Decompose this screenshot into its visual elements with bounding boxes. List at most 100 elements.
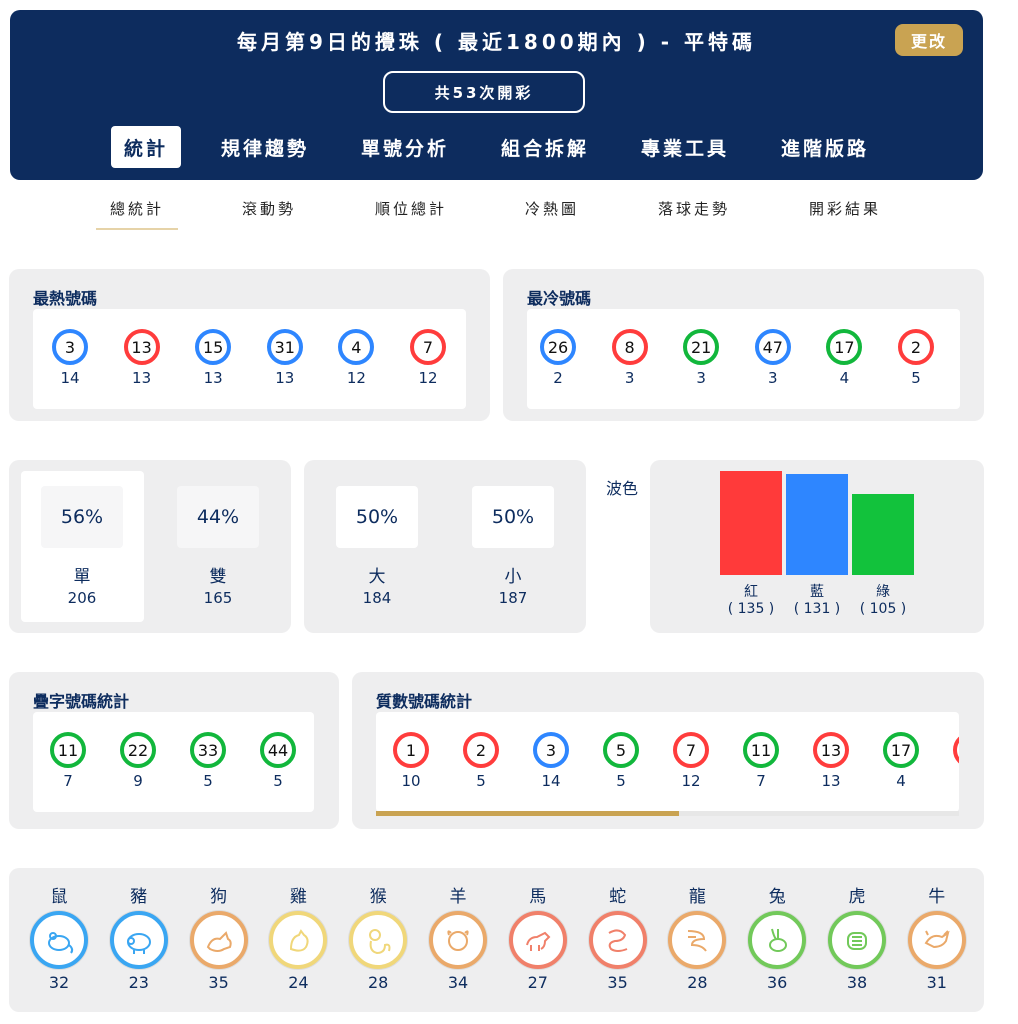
number-ball-item[interactable]: 31 13 (260, 329, 310, 387)
zodiac-item[interactable]: 龍 28 (665, 882, 729, 992)
wave-color-chart: 紅( 135 ) 藍( 131 ) 綠( 105 ) (650, 460, 984, 633)
number-ball-item[interactable]: 33 5 (183, 732, 233, 790)
subtab-rolling[interactable]: 滾動勢 (219, 198, 319, 219)
cold-numbers-panel: 最冷號碼 26 2 8 3 21 3 47 3 17 4 2 5 (503, 269, 984, 421)
rabbit-icon (748, 911, 807, 969)
number-ball-item[interactable]: 17 4 (876, 732, 926, 790)
tab-statistics[interactable]: 統計 (111, 126, 181, 168)
goat-icon (429, 911, 487, 969)
zodiac-item[interactable]: 牛 31 (905, 882, 969, 992)
zodiac-item[interactable]: 兔 36 (745, 882, 809, 992)
zodiac-item[interactable]: 馬 27 (506, 882, 570, 992)
number-ball-count: 13 (275, 369, 295, 387)
number-ball-item[interactable]: 22 9 (113, 732, 163, 790)
subtab-ball-trend[interactable]: 落球走勢 (644, 198, 744, 219)
zodiac-item[interactable]: 猴 28 (346, 882, 410, 992)
zodiac-name: 猴 (369, 887, 387, 907)
rooster-icon (269, 911, 328, 969)
hot-numbers-panel: 最熱號碼 3 14 13 13 15 13 31 13 4 12 7 12 (9, 269, 490, 421)
zodiac-item[interactable]: 虎 38 (825, 882, 889, 992)
small-stat[interactable]: 50% 小 187 (472, 486, 554, 607)
number-ball: 11 (743, 732, 779, 768)
zodiac-item[interactable]: 狗 35 (187, 882, 251, 992)
number-ball-item[interactable]: 11 7 (736, 732, 786, 790)
zodiac-count: 34 (447, 973, 469, 992)
subtab-overall[interactable]: 總統計 (87, 198, 187, 219)
tab-combination[interactable]: 組合拆解 (490, 126, 600, 168)
tiger-icon (828, 911, 886, 969)
number-ball-item[interactable]: 13 13 (117, 329, 167, 387)
big-stat[interactable]: 50% 大 184 (336, 486, 418, 607)
number-ball-item[interactable]: 13 13 (806, 732, 856, 790)
number-ball-item[interactable]: 26 2 (533, 329, 583, 387)
prime-scrollbar[interactable] (376, 811, 959, 816)
number-ball-item[interactable]: 17 4 (819, 329, 869, 387)
number-ball-item[interactable]: 83 (605, 329, 655, 387)
dragon-icon (668, 911, 727, 969)
odd-percent: 56% (41, 486, 123, 548)
zodiac-item[interactable]: 豬 23 (107, 882, 171, 992)
number-ball-item[interactable]: 44 5 (253, 732, 303, 790)
prime-numbers-list[interactable]: 1 10 2 5 3 14 5 5 7 12 11 7 13 13 17 4 (376, 712, 959, 812)
number-ball: 7 (673, 732, 709, 768)
number-ball-item[interactable]: 25 (891, 329, 941, 387)
subtab-position[interactable]: 順位總計 (361, 198, 461, 219)
zodiac-name: 虎 (848, 887, 866, 907)
zodiac-name: 龍 (688, 887, 706, 907)
number-ball-item[interactable]: 7 12 (666, 732, 716, 790)
subtab-results[interactable]: 開彩結果 (795, 198, 895, 219)
number-ball-item[interactable]: 3 14 (45, 329, 95, 387)
wave-bar (786, 474, 848, 575)
zodiac-item[interactable]: 蛇 35 (586, 882, 650, 992)
zodiac-name: 蛇 (609, 887, 627, 907)
small-count: 187 (498, 589, 528, 607)
ox-icon (907, 911, 966, 969)
hot-numbers-title: 最熱號碼 (33, 289, 98, 308)
even-label: 雙 (209, 567, 227, 587)
zodiac-count: 35 (208, 973, 229, 992)
number-ball-item[interactable]: 15 13 (188, 329, 238, 387)
subtab-heatmap[interactable]: 冷熱圖 (502, 198, 602, 219)
odd-stat[interactable]: 56% 單 206 (41, 486, 123, 607)
wave-bar-name: 綠 (876, 584, 890, 600)
number-ball-count: 10 (401, 772, 421, 790)
number-ball-count: 3 (696, 369, 706, 387)
sub-tabs: 總統計 滾動勢 順位總計 冷熱圖 落球走勢 開彩結果 (0, 198, 1018, 234)
number-ball-item[interactable]: 25 (456, 732, 506, 790)
odd-label: 單 (73, 567, 91, 587)
zodiac-count: 38 (846, 973, 868, 992)
zodiac-name: 雞 (289, 887, 307, 907)
zodiac-item[interactable]: 鼠 32 (27, 882, 91, 992)
number-ball-item[interactable]: 4 12 (331, 329, 381, 387)
tab-pro-tools[interactable]: 專業工具 (630, 126, 740, 168)
tab-trends[interactable]: 規律趨勢 (210, 126, 320, 168)
number-ball-item[interactable]: 21 3 (676, 329, 726, 387)
cold-numbers-list: 26 2 8 3 21 3 47 3 17 4 2 5 (527, 309, 960, 409)
snake-icon (588, 911, 647, 969)
change-button[interactable]: 更改 (895, 24, 963, 56)
prime-scrollbar-thumb[interactable] (376, 811, 680, 816)
prime-numbers-panel: 質數號碼統計 1 10 2 5 3 14 5 5 7 12 11 7 13 13 17 4 (352, 672, 984, 829)
zodiac-item[interactable]: 羊 34 (426, 882, 490, 992)
number-ball-item[interactable]: 55 (596, 732, 646, 790)
number-ball-item[interactable]: 47 3 (748, 329, 798, 387)
big-count: 184 (362, 589, 392, 607)
tab-advanced[interactable]: 進階版路 (770, 126, 880, 168)
number-ball-item[interactable]: 11 7 (43, 732, 93, 790)
number-ball-item[interactable]: 1 10 (386, 732, 436, 790)
tab-single-number[interactable]: 單號分析 (350, 126, 460, 168)
horse-icon (508, 911, 567, 969)
number-ball-item[interactable]: 7 12 (403, 329, 453, 387)
zodiac-name: 羊 (449, 887, 467, 907)
zodiac-item[interactable]: 雞 24 (266, 882, 330, 992)
number-ball: 15 (195, 329, 232, 365)
number-ball-partial (946, 732, 959, 768)
number-ball-count: 12 (346, 369, 366, 387)
even-stat[interactable]: 44% 雙 165 (177, 486, 259, 607)
hot-numbers-list: 3 14 13 13 15 13 31 13 4 12 7 12 (33, 309, 466, 409)
repeat-numbers-panel: 疊字號碼統計 11 7 22 9 33 5 44 5 (9, 672, 339, 829)
zodiac-count: 28 (687, 973, 708, 992)
number-ball: 1 (393, 732, 429, 768)
wave-bar-label: 藍( 131 ) (782, 584, 852, 618)
number-ball-item[interactable]: 3 14 (526, 732, 576, 790)
